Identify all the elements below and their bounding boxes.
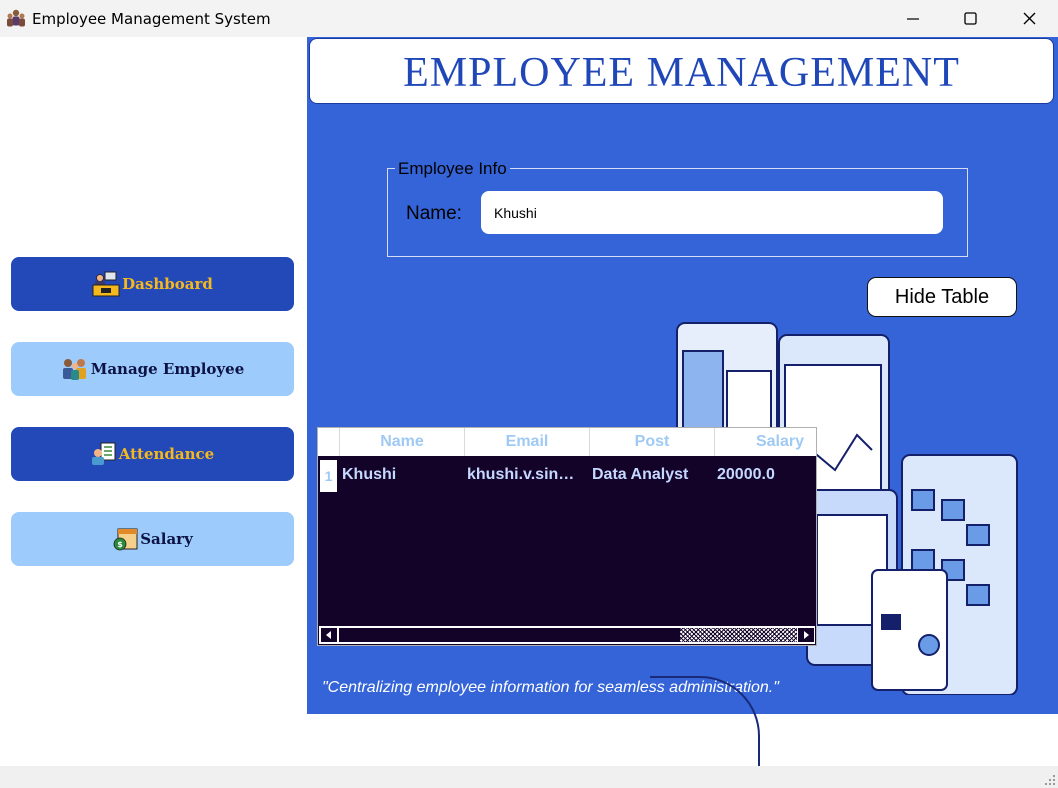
sidebar-item-salary[interactable]: $ Salary (11, 512, 294, 566)
column-header-salary[interactable]: Salary (714, 428, 816, 456)
table-cell-name[interactable]: Khushi (342, 466, 460, 484)
dashboard-desk-icon (92, 271, 120, 297)
name-field[interactable] (481, 191, 943, 234)
resize-grip-icon[interactable] (1042, 772, 1056, 786)
column-header-post[interactable]: Post (589, 428, 714, 456)
main-panel: EMPLOYEE MANAGEMENT Employee Info Name: … (307, 37, 1058, 766)
table-cell-post[interactable]: Data Analyst (592, 466, 710, 484)
employees-icon (62, 359, 86, 380)
sidebar-item-dashboard[interactable]: Dashboard (11, 257, 294, 311)
row-number: 1 (320, 460, 337, 492)
hide-table-button[interactable]: Hide Table (867, 277, 1017, 317)
close-icon (1023, 12, 1035, 25)
arrow-left-icon (326, 631, 331, 639)
column-header-email[interactable]: Email (464, 428, 589, 456)
employee-info-legend: Employee Info (395, 159, 510, 179)
scroll-right-button[interactable] (798, 628, 814, 642)
table-cell-email[interactable]: khushi.v.sin… (467, 466, 585, 484)
status-bar (0, 766, 1058, 788)
scroll-left-button[interactable] (321, 628, 337, 642)
close-button[interactable] (1000, 0, 1058, 37)
name-label: Name: (406, 203, 462, 224)
maximize-button[interactable] (941, 0, 999, 37)
minimize-icon (907, 17, 919, 20)
people-group-icon (7, 9, 25, 27)
sidebar-item-label: Dashboard (122, 275, 213, 293)
employee-info-group: Employee Info Name: (387, 159, 968, 257)
page-title: EMPLOYEE MANAGEMENT (403, 50, 960, 96)
scroll-thumb[interactable] (680, 628, 797, 642)
header-banner: EMPLOYEE MANAGEMENT (310, 39, 1053, 103)
arrow-right-icon (804, 631, 809, 639)
table-corner (318, 428, 339, 456)
table-cell-salary[interactable]: 20000.0 (717, 466, 812, 484)
sidebar-item-manage-employee[interactable]: Manage Employee (11, 342, 294, 396)
sidebar: Dashboard Manage Employee Attendance $ S… (0, 37, 307, 766)
employee-table: Name Email Post Salary 1 Khushi khushi.v… (317, 427, 817, 646)
title-bar: Employee Management System (0, 0, 1058, 37)
salary-calendar-icon: $ (113, 528, 138, 551)
sidebar-item-label: Attendance (118, 445, 215, 463)
attendance-icon (91, 442, 116, 465)
horizontal-scrollbar[interactable] (319, 626, 815, 644)
sidebar-item-attendance[interactable]: Attendance (11, 427, 294, 481)
sidebar-item-label: Salary (140, 530, 193, 548)
window-title: Employee Management System (32, 10, 271, 28)
minimize-button[interactable] (884, 0, 942, 37)
sidebar-item-label: Manage Employee (90, 360, 245, 378)
svg-text:$: $ (117, 540, 123, 549)
maximize-icon (963, 12, 977, 25)
scroll-track[interactable] (339, 628, 797, 642)
column-header-name[interactable]: Name (339, 428, 464, 456)
